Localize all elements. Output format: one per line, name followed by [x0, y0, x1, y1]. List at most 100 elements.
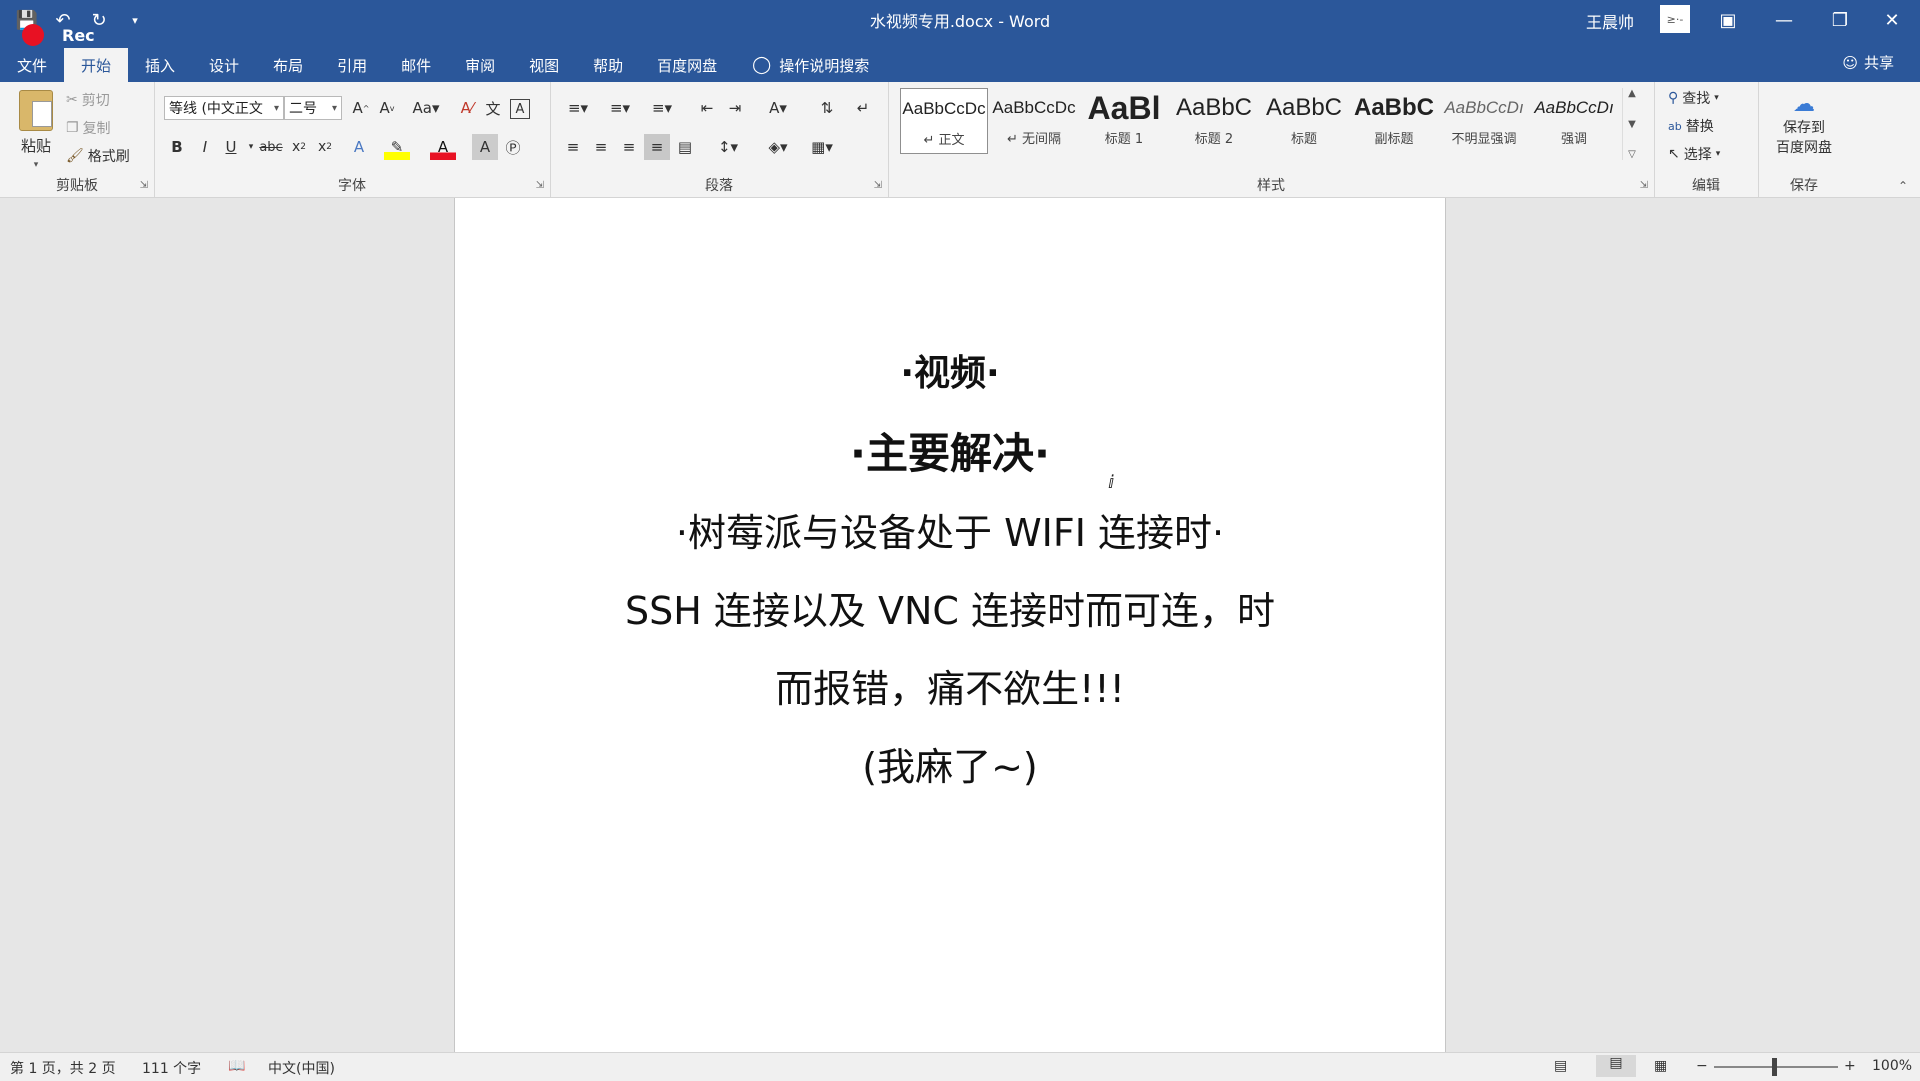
style-name: 标题 — [1290, 132, 1317, 147]
web-layout-icon[interactable]: ▦ — [1654, 1058, 1667, 1074]
dialog-launcher-icon[interactable]: ⇲ — [874, 180, 882, 191]
ribbon-display-options-icon[interactable]: ▣ — [1700, 0, 1756, 40]
select-button[interactable]: ↖ 选择 ▾ — [1668, 142, 1720, 166]
style-heading-1[interactable]: AaBl 标题 1 — [1080, 88, 1168, 154]
style-heading-2[interactable]: AaBbC 标题 2 — [1170, 88, 1258, 154]
copy-button[interactable]: ❐ 复制 — [66, 116, 111, 140]
styles-gallery-scroll[interactable]: ▲ ▼ ▽ — [1622, 88, 1641, 160]
tab-view[interactable]: 视图 — [512, 48, 576, 82]
character-border-icon[interactable]: A — [510, 99, 530, 119]
tab-help[interactable]: 帮助 — [576, 48, 640, 82]
font-color-icon[interactable]: A — [430, 134, 456, 160]
style-title[interactable]: AaBbC 标题 — [1260, 88, 1348, 154]
zoom-level[interactable]: 100% — [1872, 1058, 1912, 1074]
superscript-icon[interactable]: x2 — [312, 134, 338, 160]
zoom-slider-thumb[interactable] — [1772, 1058, 1777, 1076]
borders-icon[interactable]: ▦▾ — [804, 134, 840, 160]
doc-line-1: ·视频· — [900, 353, 1000, 394]
language[interactable]: 中文(中国) — [268, 1058, 335, 1078]
read-mode-icon[interactable]: ▤ — [1554, 1058, 1567, 1074]
align-right-icon[interactable]: ≡ — [616, 134, 642, 160]
dialog-launcher-icon[interactable]: ⇲ — [1640, 180, 1648, 191]
restore-icon[interactable]: ❐ — [1812, 0, 1868, 40]
tab-layout[interactable]: 布局 — [256, 48, 320, 82]
decrease-indent-icon[interactable]: ⇤ — [694, 95, 720, 121]
paste-button[interactable]: 粘贴 ▾ — [16, 90, 56, 170]
format-painter-button[interactable]: 🖌 格式刷 — [66, 144, 130, 168]
highlight-icon[interactable]: ✎ — [384, 134, 410, 160]
cut-button[interactable]: ✂ 剪切 — [66, 88, 110, 112]
page-count[interactable]: 第 1 页，共 2 页 — [10, 1058, 116, 1078]
person-icon: ☺ — [1842, 53, 1858, 72]
grow-font-icon[interactable]: A ^ — [348, 95, 374, 121]
replace-button[interactable]: ab 替换 — [1668, 114, 1714, 138]
shrink-font-icon[interactable]: Av — [374, 95, 400, 121]
align-left-icon[interactable]: ≡ — [560, 134, 586, 160]
numbering-icon[interactable]: ≡▾ — [602, 95, 638, 121]
minimize-icon[interactable]: — — [1756, 0, 1812, 40]
style-sample: AaBbC — [1265, 94, 1343, 121]
bold-icon[interactable]: B — [164, 134, 190, 160]
format-painter-label: 格式刷 — [87, 149, 130, 165]
zoom-in-icon[interactable]: + — [1844, 1058, 1856, 1074]
tab-references[interactable]: 引用 — [320, 48, 384, 82]
style-normal[interactable]: AaBbCcDc ↵ 正文 — [900, 88, 988, 154]
style-subtle-emphasis[interactable]: AaBbCcDı 不明显强调 — [1440, 88, 1528, 154]
font-name-combo[interactable]: 等线 (中文正文 ▾ — [164, 96, 284, 120]
tab-file[interactable]: 文件 — [0, 48, 64, 82]
clear-formatting-icon[interactable]: A⁄ — [454, 95, 480, 121]
paragraph-group-label: 段落 — [705, 178, 733, 194]
tab-home[interactable]: 开始 — [64, 48, 129, 82]
share-button[interactable]: ☺ 共享 — [1842, 52, 1894, 73]
show-hide-marks-icon[interactable]: ↵ — [850, 95, 876, 121]
tab-review[interactable]: 审阅 — [448, 48, 512, 82]
change-case-icon[interactable]: Aa▾ — [408, 95, 444, 121]
bullets-icon[interactable]: ≡▾ — [560, 95, 596, 121]
justify-icon[interactable]: ≡ — [644, 134, 670, 160]
more-styles-icon[interactable]: ▽ — [1628, 149, 1636, 160]
style-emphasis[interactable]: AaBbCcDı 强调 — [1530, 88, 1618, 154]
increase-indent-icon[interactable]: ⇥ — [722, 95, 748, 121]
distributed-icon[interactable]: ▤ — [672, 134, 698, 160]
proofing-icon[interactable]: 📖 — [228, 1058, 245, 1074]
tab-mailings[interactable]: 邮件 — [384, 48, 448, 82]
align-center-icon[interactable]: ≡ — [588, 134, 614, 160]
user-name[interactable]: 王晨帅 — [1586, 9, 1634, 33]
tell-me-search[interactable]: ◯ 操作说明搜索 — [752, 48, 869, 82]
style-subtitle[interactable]: AaBbC 副标题 — [1350, 88, 1438, 154]
zoom-out-icon[interactable]: − — [1696, 1058, 1708, 1074]
style-sample: AaBl — [1087, 89, 1161, 126]
copy-label: 复制 — [82, 121, 111, 137]
enclose-characters-icon[interactable]: Ⓟ — [500, 134, 526, 160]
tab-design[interactable]: 设计 — [192, 48, 256, 82]
print-layout-icon[interactable]: ▤ — [1596, 1055, 1636, 1077]
strikethrough-icon[interactable]: abc — [258, 134, 284, 160]
style-no-spacing[interactable]: AaBbCcDc ↵ 无间隔 — [990, 88, 1078, 154]
sort-icon[interactable]: ⇅ — [814, 95, 840, 121]
avatar[interactable]: ≥·- — [1660, 5, 1690, 33]
phonetic-guide-icon[interactable]: 文 — [480, 95, 506, 121]
character-shading-icon[interactable]: A — [472, 134, 498, 160]
chinese-layout-icon[interactable]: A▾ — [760, 95, 796, 121]
word-count[interactable]: 111 个字 — [142, 1058, 201, 1078]
save-to-baidu-button[interactable]: ☁ 保存到 百度网盘 — [1768, 92, 1840, 162]
chevron-up-icon[interactable]: ▲ — [1628, 88, 1636, 99]
clipboard-group: 粘贴 ▾ ✂ 剪切 ❐ 复制 🖌 格式刷 剪贴板 ⇲ — [0, 82, 155, 197]
dialog-launcher-icon[interactable]: ⇲ — [536, 180, 544, 191]
subscript-icon[interactable]: x2 — [286, 134, 312, 160]
close-icon[interactable]: ✕ — [1864, 0, 1920, 40]
line-spacing-icon[interactable]: ↕▾ — [710, 134, 746, 160]
chevron-down-icon[interactable]: ▼ — [1628, 119, 1636, 130]
tab-baidu-netdisk[interactable]: 百度网盘 — [640, 48, 734, 82]
collapse-ribbon-icon[interactable]: ⌃ — [1898, 179, 1908, 193]
dialog-launcher-icon[interactable]: ⇲ — [140, 180, 148, 191]
chevron-down-icon: ▾ — [1714, 93, 1719, 103]
multilevel-list-icon[interactable]: ≡▾ — [644, 95, 680, 121]
tab-insert[interactable]: 插入 — [128, 48, 192, 82]
document-page[interactable]: ·视频· ·主要解决· ·树莓派与设备处于 WIFI 连接时· SSH 连接以及… — [454, 198, 1446, 1052]
find-button[interactable]: ⚲ 查找 ▾ — [1668, 86, 1719, 110]
italic-icon[interactable]: I — [192, 134, 218, 160]
text-effects-icon[interactable]: A — [346, 134, 372, 160]
shading-icon[interactable]: ◈▾ — [760, 134, 796, 160]
font-size-combo[interactable]: 二号 ▾ — [284, 96, 342, 120]
